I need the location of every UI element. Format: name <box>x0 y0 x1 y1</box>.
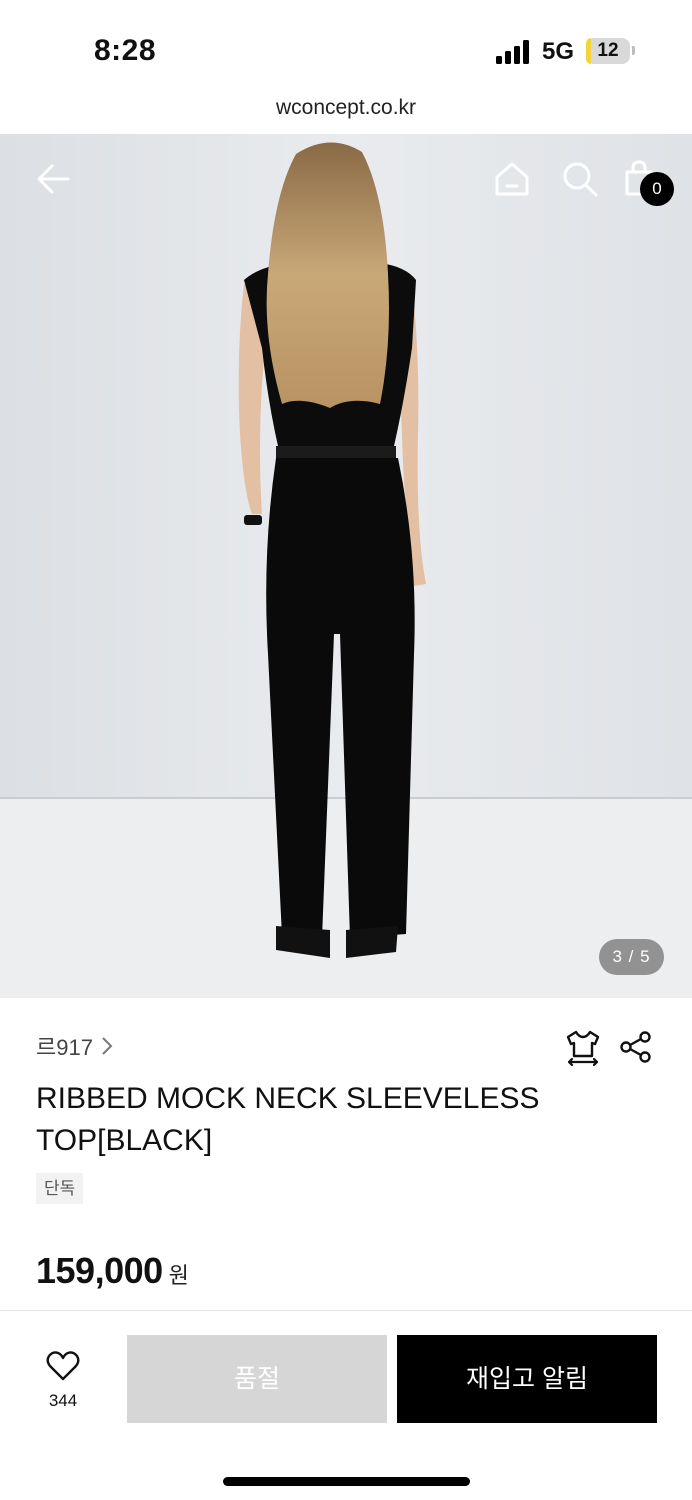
search-icon[interactable] <box>561 160 599 198</box>
battery-nub <box>632 46 635 55</box>
price-amount: 159,000 <box>36 1250 163 1291</box>
status-bar: 8:28 5G 12 <box>0 0 692 92</box>
like-button[interactable]: 344 <box>30 1350 96 1411</box>
brand-link[interactable]: 르917 <box>36 1030 113 1062</box>
product-photo <box>0 134 692 998</box>
soldout-button[interactable]: 품절 <box>127 1335 387 1423</box>
home-indicator[interactable] <box>223 1477 470 1486</box>
battery-level: 12 <box>597 40 619 61</box>
bottom-bar-divider <box>0 1310 692 1311</box>
battery-icon: 12 <box>586 38 630 64</box>
share-icon[interactable] <box>619 1030 653 1064</box>
product-title: RIBBED MOCK NECK SLEEVELESS TOP[BLACK] <box>36 1082 540 1157</box>
heart-icon <box>46 1351 80 1381</box>
tshirt-size-icon[interactable] <box>563 1028 603 1068</box>
cart-count-badge: 0 <box>640 172 674 206</box>
gallery-page-counter: 3 / 5 <box>599 939 664 975</box>
cellular-signal-icon <box>496 40 529 64</box>
address-bar-url[interactable]: wconcept.co.kr <box>0 96 692 120</box>
status-time: 8:28 <box>94 34 157 67</box>
price-currency: 원 <box>168 1263 189 1288</box>
exclusive-tag: 단독 <box>36 1173 84 1204</box>
product-image-gallery[interactable] <box>0 134 692 998</box>
brand-name: 르917 <box>36 1035 93 1060</box>
back-arrow-icon[interactable] <box>34 160 72 198</box>
home-icon[interactable] <box>493 160 531 198</box>
chevron-right-icon <box>102 1037 113 1055</box>
price: 159,000 원 <box>36 1250 189 1292</box>
restock-alert-button[interactable]: 재입고 알림 <box>397 1335 657 1423</box>
like-count: 344 <box>48 1391 78 1410</box>
network-type: 5G <box>542 38 575 65</box>
